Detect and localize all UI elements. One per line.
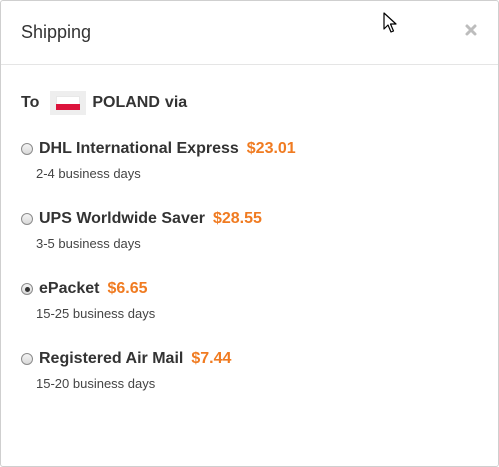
dialog-header: Shipping [1,1,498,65]
delivery-time: 15-20 business days [36,376,156,391]
delivery-time: 3-5 business days [36,236,141,251]
radio-button[interactable] [21,213,33,225]
destination-country: POLAND [92,94,160,111]
dialog-title: Shipping [21,22,92,42]
close-button[interactable] [460,21,482,43]
shipping-option-dhl[interactable]: DHL International Express $23.01 2-4 bus… [21,138,481,181]
carrier-name: DHL International Express [39,140,239,157]
shipping-price: $28.55 [212,210,262,227]
carrier-name: Registered Air Mail [39,350,184,367]
shipping-price: $23.01 [246,140,296,157]
poland-flag-icon [50,91,87,115]
close-icon [464,23,478,42]
delivery-time: 2-4 business days [36,166,141,181]
carrier-name: ePacket [39,280,100,297]
carrier-name: UPS Worldwide Saver [39,210,205,227]
mouse-cursor-icon [383,12,397,39]
shipping-price: $7.44 [191,350,232,367]
shipping-dialog: Shipping To POLAND via DHL International… [0,0,499,467]
shipping-option-ups[interactable]: UPS Worldwide Saver $28.55 3-5 business … [21,208,481,251]
destination-line: To POLAND via [21,91,188,115]
shipping-price: $6.65 [107,280,148,297]
radio-button[interactable] [21,143,33,155]
radio-button-selected[interactable] [21,283,33,295]
shipping-option-registered-air-mail[interactable]: Registered Air Mail $7.44 15-20 business… [21,348,481,391]
shipping-option-epacket[interactable]: ePacket $6.65 15-25 business days [21,278,481,321]
delivery-time: 15-25 business days [36,306,156,321]
radio-button[interactable] [21,353,33,365]
destination-suffix: via [164,94,188,111]
destination-prefix: To [21,94,40,111]
